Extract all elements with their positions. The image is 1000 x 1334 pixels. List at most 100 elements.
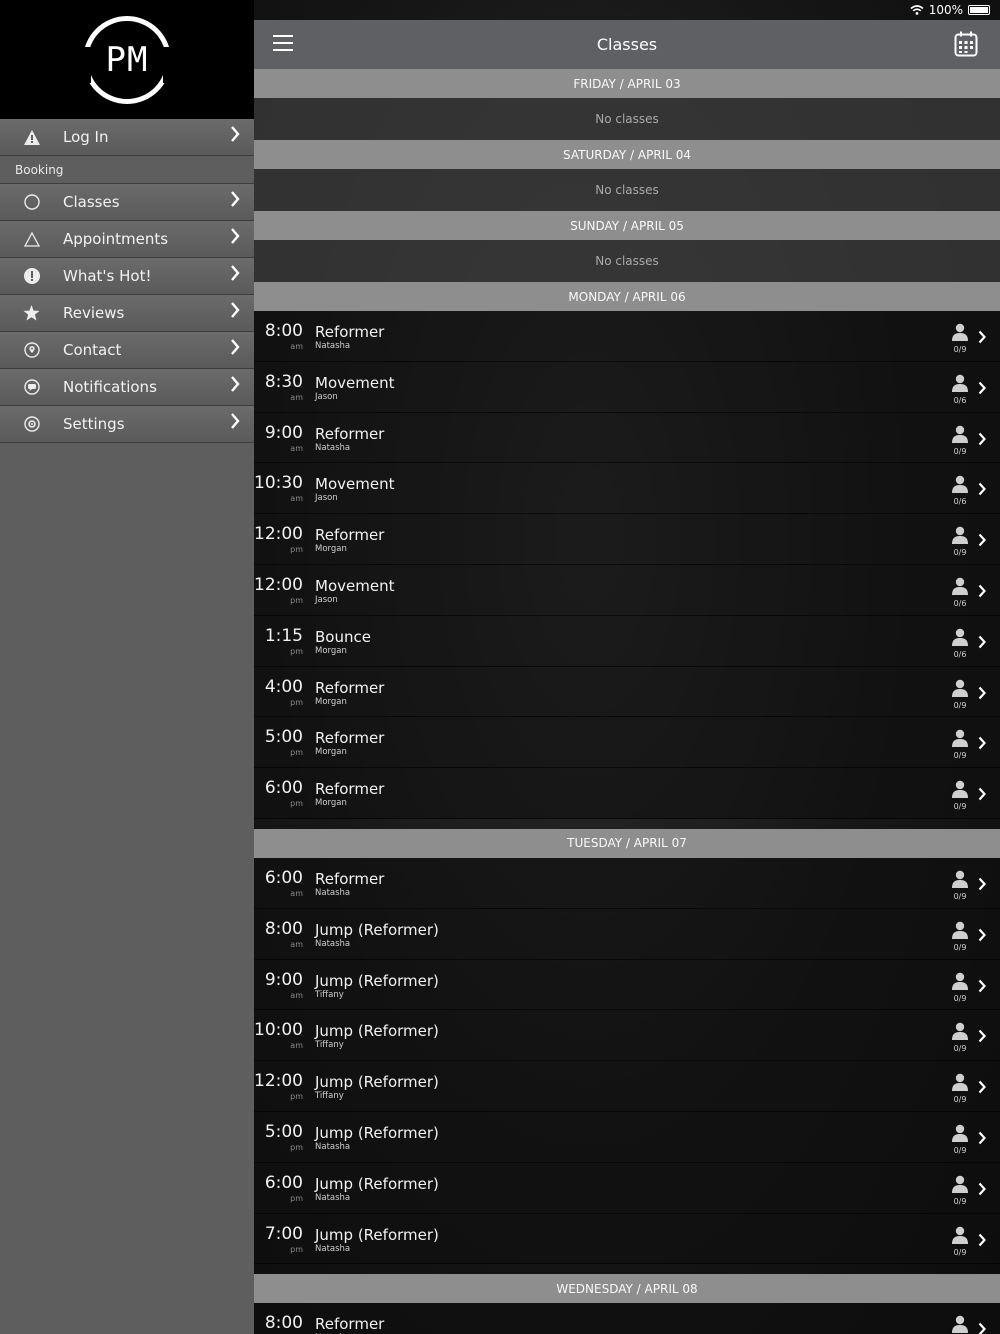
sidebar-item-notifications[interactable]: Notifications — [0, 369, 254, 406]
class-row[interactable]: 12:00 pm Reformer Morgan 0/9 — [254, 514, 1000, 565]
exclamation-icon — [0, 268, 63, 284]
day-header: WEDNESDAY / APRIL 08 — [254, 1274, 1000, 1304]
day-header: SUNDAY / APRIL 05 — [254, 211, 1000, 240]
day-header: MONDAY / APRIL 06 — [254, 282, 1000, 311]
class-capacity: 0/9 — [953, 993, 967, 1003]
sidebar-item-reviews[interactable]: Reviews — [0, 295, 254, 332]
class-instructor: Jason — [315, 493, 338, 504]
class-time: 6:00 — [264, 867, 303, 888]
class-instructor: Natasha — [315, 1243, 351, 1254]
chevron-right-icon — [978, 330, 986, 344]
chevron-right-icon — [231, 265, 240, 281]
sidebar-item-label: Classes — [63, 193, 120, 211]
class-capacity: 0/9 — [953, 446, 967, 456]
class-name: Reformer — [315, 780, 385, 799]
class-row[interactable]: 10:30 am Movement Jason 0/6 — [254, 463, 1000, 515]
person-icon — [952, 921, 968, 939]
class-capacity: 0/6 — [953, 598, 967, 608]
chevron-right-icon — [978, 877, 986, 891]
class-name: Jump (Reformer) — [315, 1073, 439, 1092]
gear-icon — [0, 416, 63, 432]
triangle-icon — [0, 231, 63, 247]
class-ampm: pm — [290, 1193, 303, 1203]
chevron-right-icon — [978, 928, 986, 942]
class-row[interactable]: 4:00 pm Reformer Morgan 0/9 — [254, 666, 1000, 718]
class-row[interactable]: 12:00 pm Movement Jason 0/6 — [254, 564, 1000, 616]
class-row[interactable]: 9:00 am Reformer Natasha 0/9 — [254, 412, 1000, 464]
person-icon — [952, 730, 968, 748]
class-row[interactable]: 8:00 am Jump (Reformer) Natasha 0/9 — [254, 908, 1000, 960]
person-icon — [952, 577, 968, 595]
sidebar: PM Log In Booking Classes Appointments Wha… — [0, 0, 254, 1334]
class-time: 1:15 — [264, 625, 303, 646]
sidebar-item-login[interactable]: Log In — [0, 119, 254, 156]
class-row[interactable]: 8:30 am Movement Jason 0/6 — [254, 361, 1000, 413]
class-row[interactable]: 1:15 pm Bounce Morgan 0/6 — [254, 615, 1000, 667]
class-row[interactable]: 12:00 pm Jump (Reformer) Tiffany 0/9 — [254, 1061, 1000, 1112]
person-icon — [952, 1023, 968, 1041]
no-classes-message: No classes — [254, 98, 1000, 140]
day-spacer — [254, 1264, 1000, 1274]
chevron-right-icon — [978, 1030, 986, 1043]
chevron-right-icon — [231, 413, 240, 429]
calendar-icon[interactable] — [954, 31, 978, 57]
class-time: 8:00 — [264, 918, 303, 939]
class-ampm: am — [290, 1041, 303, 1051]
class-name: Reformer — [315, 678, 385, 697]
class-ampm: pm — [290, 595, 303, 605]
chevron-right-icon — [978, 381, 986, 395]
sidebar-item-appointments[interactable]: Appointments — [0, 221, 254, 258]
chevron-right-icon — [978, 787, 986, 801]
warning-icon — [0, 129, 63, 145]
chat-bubble-icon — [0, 379, 63, 395]
class-time: 9:00 — [264, 969, 303, 990]
class-row[interactable]: 6:00 am Reformer Natasha 0/9 — [254, 857, 1000, 909]
sidebar-item-label: Reviews — [63, 304, 125, 322]
class-capacity: 0/9 — [953, 1095, 967, 1105]
class-name: Bounce — [315, 627, 371, 646]
person-icon — [952, 870, 968, 888]
sidebar-item-what-s-hot[interactable]: What's Hot! — [0, 258, 254, 295]
class-instructor: Morgan — [315, 747, 347, 758]
page-title: Classes — [596, 35, 658, 54]
person-icon — [952, 1124, 968, 1142]
sidebar-item-classes[interactable]: Classes — [0, 184, 254, 221]
menu-button[interactable] — [273, 35, 293, 51]
class-row[interactable]: 5:00 pm Jump (Reformer) Natasha 0/9 — [254, 1111, 1000, 1163]
chevron-right-icon — [978, 1131, 986, 1145]
class-time: 5:00 — [264, 727, 303, 748]
person-icon — [952, 1073, 968, 1092]
class-instructor: Tiffany — [315, 1091, 344, 1102]
class-row[interactable]: 6:00 pm Jump (Reformer) Natasha 0/9 — [254, 1162, 1000, 1214]
class-schedule-list: FRIDAY / APRIL 03 No classes SATURDAY / AP… — [254, 69, 1000, 1334]
booking-section-label: Booking — [0, 156, 254, 184]
class-row[interactable]: 7:00 pm Jump (Reformer) Natasha 0/9 — [254, 1213, 1000, 1265]
class-ampm: am — [290, 990, 303, 1000]
class-time: 9:00 — [264, 422, 303, 443]
sidebar-item-label: Contact — [63, 341, 122, 359]
class-name: Jump (Reformer) — [315, 1022, 439, 1041]
class-instructor: Jason — [315, 391, 338, 402]
chevron-right-icon — [978, 432, 986, 445]
class-ampm: am — [290, 342, 303, 351]
class-row[interactable]: 8:00amReformerNatasha0/9 — [254, 311, 1000, 362]
class-capacity: 0/9 — [953, 700, 967, 710]
class-row[interactable]: 6:00 pm Reformer Morgan 0/9 — [254, 768, 1000, 819]
class-capacity: 0/9 — [953, 942, 967, 952]
class-row[interactable]: 9:00 am Jump (Reformer) Tiffany 0/9 — [254, 959, 1000, 1011]
day-header: TUESDAY / APRIL 07 — [254, 828, 1000, 858]
status-bar: 100% — [254, 0, 1000, 20]
class-row[interactable]: 8:00amReformerNatasha0/9 — [254, 1303, 1000, 1334]
chevron-right-icon — [231, 376, 240, 392]
day-header: FRIDAY / APRIL 03 — [254, 69, 1000, 98]
class-ampm: pm — [290, 697, 303, 707]
class-name: Reformer — [315, 869, 385, 888]
sidebar-item-contact[interactable]: Contact — [0, 332, 254, 369]
person-icon — [952, 628, 968, 646]
class-row[interactable]: 5:00 pm Reformer Morgan 0/9 — [254, 717, 1000, 769]
class-name: Jump (Reformer) — [315, 1123, 439, 1142]
class-capacity: 0/9 — [953, 1145, 967, 1155]
sidebar-item-settings[interactable]: Settings — [0, 406, 254, 443]
class-row[interactable]: 10:00 am Jump (Reformer) Tiffany 0/9 — [254, 1010, 1000, 1062]
class-time: 8:30 — [264, 371, 303, 392]
